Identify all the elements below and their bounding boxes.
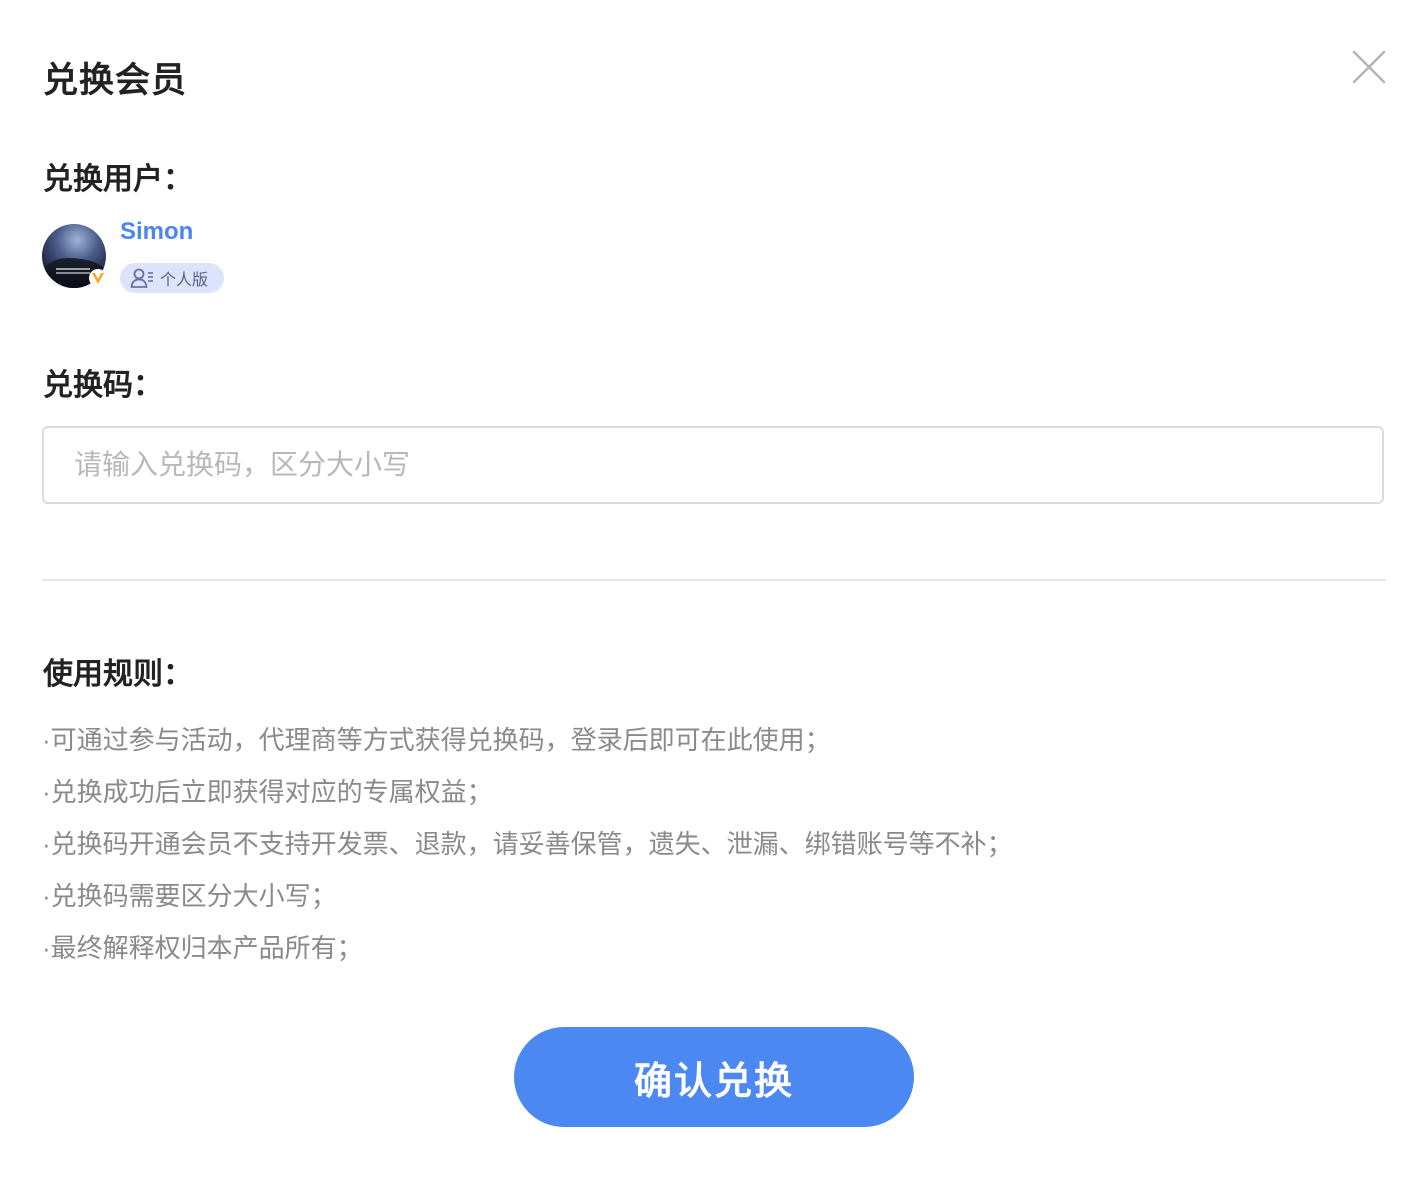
rule-item: ·最终解释权归本产品所有；: [42, 933, 363, 963]
divider: [42, 579, 1386, 581]
usage-rules-list: ·可通过参与活动，代理商等方式获得兑换码，登录后即可在此使用； ·兑换成功后立即…: [42, 714, 1013, 974]
redeem-membership-dialog: 兑换会员 兑换用户： Simon 个人版 兑换码： 使用规则： ·可通过参与活动…: [0, 0, 1426, 1180]
dialog-title: 兑换会员: [43, 61, 188, 100]
vip-badge-icon: [89, 269, 107, 287]
close-icon: [1352, 50, 1386, 84]
user-list-icon: [130, 268, 153, 288]
redeem-user-label: 兑换用户：: [43, 163, 193, 196]
rule-item: ·可通过参与活动，代理商等方式获得兑换码，登录后即可在此使用；: [42, 725, 831, 755]
rule-item: ·兑换码开通会员不支持开发票、退款，请妥善保管，遗失、泄漏、绑错账号等不补；: [42, 829, 1013, 859]
redeem-code-label: 兑换码：: [43, 369, 163, 402]
rule-item: ·兑换成功后立即获得对应的专属权益；: [42, 777, 493, 807]
confirm-redeem-button[interactable]: 确认兑换: [514, 1027, 914, 1127]
redeem-code-input[interactable]: [42, 426, 1384, 504]
avatar-caption-lines: [56, 268, 90, 270]
usage-rules-label: 使用规则：: [43, 658, 193, 691]
edition-badge: 个人版: [120, 263, 225, 293]
edition-label: 个人版: [160, 272, 209, 289]
close-button[interactable]: [1350, 48, 1388, 86]
username: Simon: [120, 218, 194, 245]
rule-item: ·兑换码需要区分大小写；: [42, 881, 337, 911]
